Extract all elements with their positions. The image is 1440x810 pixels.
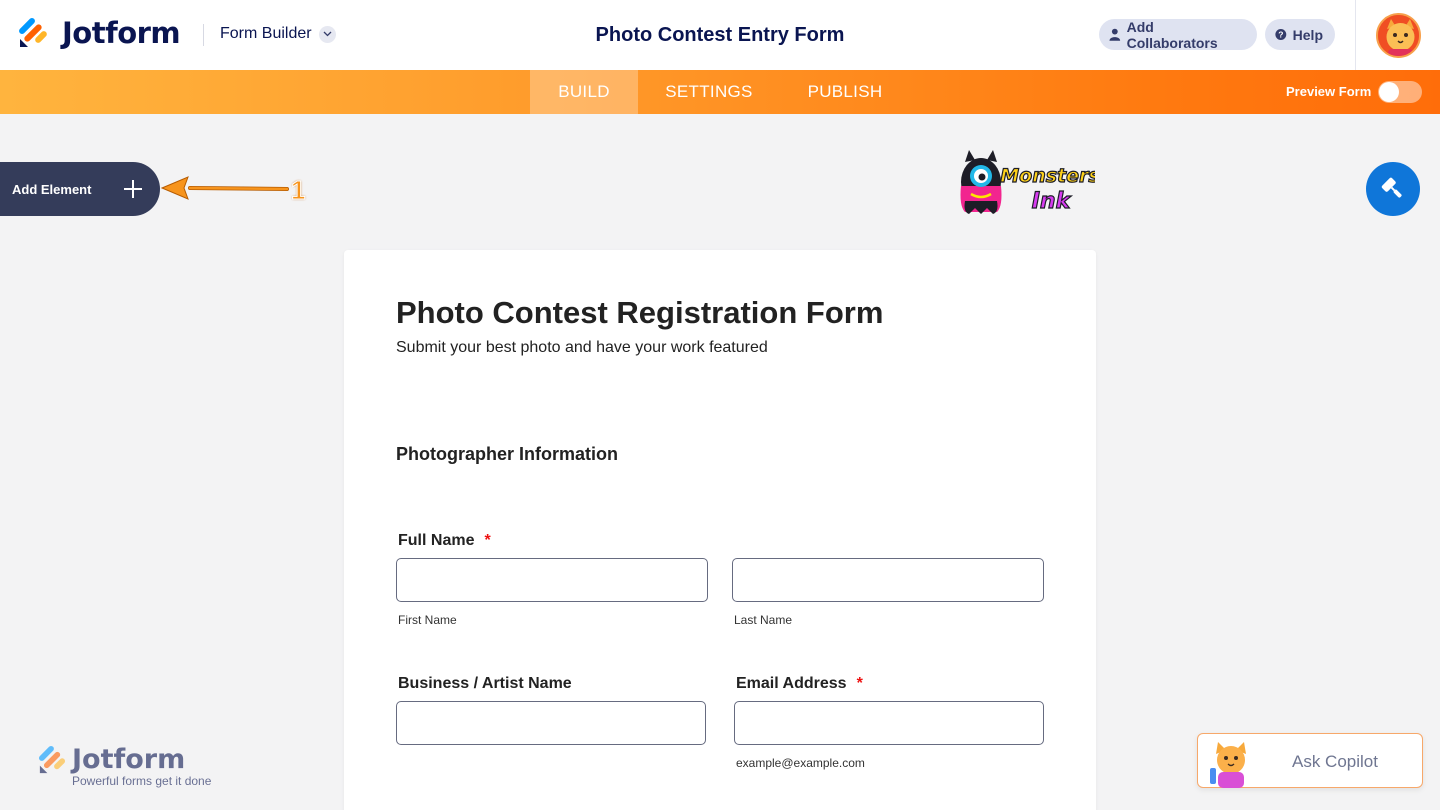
section-heading[interactable]: Photographer Information (396, 444, 618, 465)
jotform-watermark-icon (38, 745, 66, 774)
first-name-input[interactable] (396, 558, 708, 602)
help-label: Help (1292, 26, 1323, 43)
tab-settings[interactable]: SETTINGS (645, 70, 773, 114)
form-designer-button[interactable] (1366, 162, 1420, 216)
annotation-number: 1 (290, 175, 306, 206)
form-subtitle[interactable]: Submit your best photo and have your wor… (396, 339, 768, 357)
ask-copilot-button[interactable]: Ask Copilot (1197, 733, 1423, 788)
svg-text:?: ? (1278, 30, 1283, 40)
help-icon: ? (1275, 29, 1287, 40)
required-asterisk: * (856, 675, 863, 692)
preview-form-toggle[interactable] (1378, 81, 1422, 103)
form-title[interactable]: Photo Contest Registration Form (396, 295, 883, 331)
add-collaborators-button[interactable]: Add Collaborators (1099, 18, 1257, 51)
jotform-watermark[interactable]: Jotform Powerful forms get it done (38, 744, 211, 788)
form-builder-label: Form Builder (220, 25, 312, 42)
tab-build[interactable]: BUILD (530, 70, 638, 114)
monsters-ink-logo: Monsters Ink (960, 150, 1095, 215)
annotation-arrow (160, 176, 289, 200)
email-sublabel: example@example.com (736, 756, 865, 770)
last-name-sublabel: Last Name (734, 613, 793, 627)
avatar-cat-icon (1378, 15, 1419, 56)
email-label[interactable]: Email Address * (736, 675, 863, 693)
avatar-separator (1355, 0, 1356, 70)
top-header: Jotform Form Builder Photo Contest Entry… (0, 0, 1440, 70)
builder-nav-bar: BUILD SETTINGS PUBLISH Preview Form (0, 70, 1440, 114)
toggle-knob (1379, 82, 1399, 102)
email-label-text: Email Address (736, 675, 847, 692)
tab-publish[interactable]: PUBLISH (790, 70, 900, 114)
brand-name: Jotform (62, 16, 181, 50)
email-input[interactable] (734, 701, 1044, 745)
jotform-logo-icon (19, 18, 47, 47)
full-name-label[interactable]: Full Name * (398, 532, 491, 550)
form-builder-dropdown[interactable]: Form Builder (220, 25, 336, 43)
watermark-tagline: Powerful forms get it done (72, 774, 212, 788)
jotform-logo[interactable]: Jotform (18, 16, 181, 50)
avatar[interactable] (1376, 13, 1421, 58)
header-divider (203, 24, 204, 46)
business-name-label[interactable]: Business / Artist Name (398, 675, 572, 693)
full-name-label-text: Full Name (398, 532, 475, 549)
logo-line2: Ink (1032, 189, 1072, 214)
plus-icon (124, 180, 142, 198)
add-element-button[interactable]: Add Element (0, 162, 160, 216)
logo-line1: Monsters (1000, 165, 1095, 187)
ask-copilot-label: Ask Copilot (1292, 752, 1378, 771)
help-button[interactable]: ? Help (1265, 19, 1335, 50)
copilot-cat-icon (1210, 742, 1246, 788)
chevron-down-icon (318, 25, 336, 43)
paint-roller-icon (1381, 177, 1402, 198)
business-name-input[interactable] (396, 701, 706, 745)
user-icon (1109, 28, 1121, 41)
form-card: Photo Contest Registration Form Submit y… (344, 250, 1096, 810)
preview-form-label: Preview Form (1286, 84, 1372, 99)
page-title: Photo Contest Entry Form (595, 24, 845, 46)
required-asterisk: * (484, 532, 491, 549)
add-element-label: Add Element (12, 181, 92, 197)
first-name-sublabel: First Name (398, 613, 457, 627)
add-collaborators-label: Add Collaborators (1126, 18, 1218, 51)
last-name-input[interactable] (732, 558, 1044, 602)
watermark-brand: Jotform (72, 744, 186, 775)
